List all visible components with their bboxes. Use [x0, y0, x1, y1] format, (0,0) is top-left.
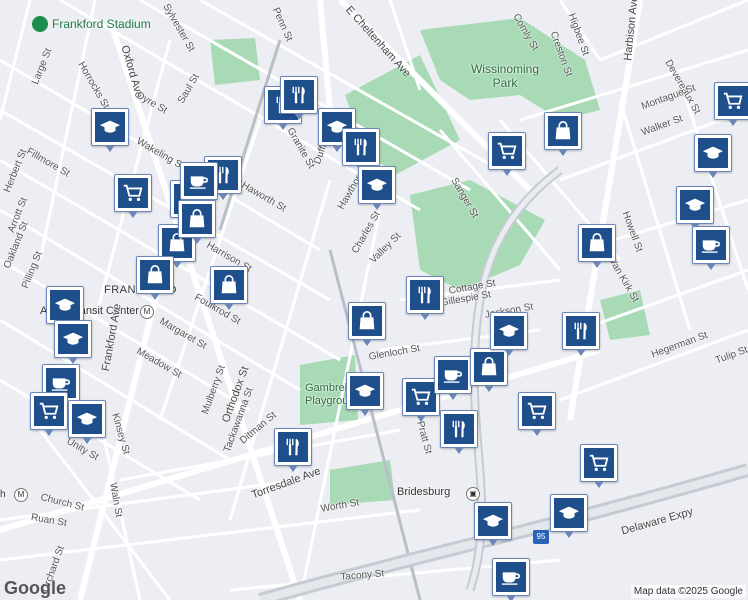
graduation-cap-icon: [554, 498, 584, 528]
graduation-pin[interactable]: [346, 372, 384, 416]
fork-pin[interactable]: [342, 128, 380, 172]
graduation-cap-icon: [95, 112, 125, 142]
cup-pin[interactable]: [180, 162, 218, 206]
shopping-bag-icon: [582, 228, 612, 258]
shopping-cart-icon: [492, 136, 522, 166]
cup-pin[interactable]: [692, 226, 730, 270]
wissinoming-park-label: Wissinoming Park: [470, 62, 539, 90]
coffee-cup-icon: [696, 230, 726, 260]
graduation-cap-icon: [680, 190, 710, 220]
cart-pin[interactable]: [714, 82, 748, 126]
shopping-bag-icon: [140, 260, 170, 290]
graduation-pin[interactable]: [68, 400, 106, 444]
church-station-icon[interactable]: M: [14, 488, 28, 502]
graduation-pin[interactable]: [46, 286, 84, 330]
cart-pin[interactable]: [114, 174, 152, 218]
graduation-pin[interactable]: [54, 320, 92, 364]
graduation-pin[interactable]: [358, 166, 396, 210]
fork-pin[interactable]: [562, 312, 600, 356]
graduation-pin[interactable]: [694, 134, 732, 178]
cup-pin[interactable]: [434, 356, 472, 400]
graduation-pin[interactable]: [474, 502, 512, 546]
graduation-pin[interactable]: [550, 494, 588, 538]
bag-pin[interactable]: [348, 302, 386, 346]
frankford-stadium-poi[interactable]: Frankford Stadium: [32, 16, 151, 32]
coffee-cup-icon: [496, 562, 526, 592]
fork-knife-icon: [346, 132, 376, 162]
graduation-pin[interactable]: [676, 186, 714, 230]
google-logo: Google: [4, 578, 66, 598]
graduation-pin[interactable]: [490, 312, 528, 356]
cart-pin[interactable]: [580, 444, 618, 488]
shopping-bag-icon: [182, 204, 212, 234]
fork-pin[interactable]: [406, 276, 444, 320]
graduation-cap-icon: [58, 324, 88, 354]
arrott-station-icon[interactable]: M: [140, 305, 154, 319]
shopping-bag-icon: [214, 270, 244, 300]
cart-pin[interactable]: [488, 132, 526, 176]
graduation-cap-icon: [478, 506, 508, 536]
frankford-stadium-label: Frankford Stadium: [52, 17, 151, 31]
graduation-cap-icon: [362, 170, 392, 200]
bag-pin[interactable]: [578, 224, 616, 268]
fork-knife-icon: [278, 432, 308, 462]
bridesburg-station-icon[interactable]: ▣: [466, 487, 480, 501]
shopping-cart-icon: [406, 382, 436, 412]
coffee-cup-icon: [438, 360, 468, 390]
bridesburg-label: Bridesburg: [397, 486, 451, 498]
fork-pin[interactable]: [274, 428, 312, 472]
coffee-cup-icon: [184, 166, 214, 196]
graduation-cap-icon: [698, 138, 728, 168]
shopping-bag-icon: [352, 306, 382, 336]
shopping-bag-icon: [474, 352, 504, 382]
interstate-shield: 95: [533, 530, 549, 544]
graduation-cap-icon: [350, 376, 380, 406]
fork-knife-icon: [410, 280, 440, 310]
cup-pin[interactable]: [492, 558, 530, 600]
bag-pin[interactable]: [178, 200, 216, 244]
shopping-cart-icon: [584, 448, 614, 478]
shopping-cart-icon: [34, 396, 64, 426]
fork-knife-icon: [566, 316, 596, 346]
bag-pin[interactable]: [210, 266, 248, 310]
graduation-cap-icon: [72, 404, 102, 434]
church-station-label: h: [0, 489, 6, 500]
fork-knife-icon: [444, 414, 474, 444]
fork-pin[interactable]: [440, 410, 478, 454]
graduation-cap-icon: [50, 290, 80, 320]
bag-pin[interactable]: [470, 348, 508, 392]
shopping-bag-icon: [548, 116, 578, 146]
bag-pin[interactable]: [544, 112, 582, 156]
cart-pin[interactable]: [30, 392, 68, 436]
fork-pin[interactable]: [280, 76, 318, 120]
map-attribution: Map data ©2025 Google: [630, 585, 746, 598]
fork-knife-icon: [284, 80, 314, 110]
shopping-cart-icon: [522, 396, 552, 426]
cart-pin[interactable]: [518, 392, 556, 436]
map-canvas[interactable]: 95 Frankford Stadium Wissinoming Park FR…: [0, 0, 748, 600]
stadium-icon: [32, 16, 48, 32]
shopping-cart-icon: [118, 178, 148, 208]
graduation-pin[interactable]: [91, 108, 129, 152]
graduation-cap-icon: [494, 316, 524, 346]
shopping-cart-icon: [718, 86, 748, 116]
bag-pin[interactable]: [136, 256, 174, 300]
